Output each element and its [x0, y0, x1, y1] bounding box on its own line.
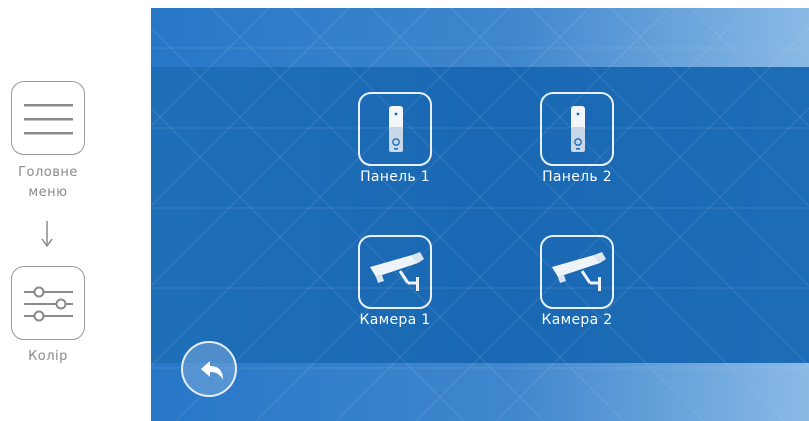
door-panel-icon	[358, 92, 432, 166]
tile-label: Панель 2	[542, 169, 612, 185]
main-menu-label-line1: Головне	[18, 165, 78, 180]
arrow-down-icon	[41, 221, 53, 248]
tile-camera-2[interactable]: Камера 2	[503, 235, 633, 355]
device-screen: Панель 1 Панель 2 Камера 1 Камера 2	[151, 8, 809, 421]
back-button[interactable]	[181, 341, 237, 397]
instruction-panel: Головне меню Колір	[0, 0, 150, 421]
sliders-icon	[11, 266, 85, 340]
main-menu-label-line2: меню	[28, 185, 68, 200]
tile-panel-2[interactable]: Панель 2	[503, 92, 633, 212]
tile-camera-1[interactable]: Камера 1	[321, 235, 451, 355]
background-pattern	[151, 8, 809, 421]
back-arrow-icon	[201, 361, 223, 380]
tile-panel-1[interactable]: Панель 1	[321, 92, 451, 212]
hamburger-menu-icon	[11, 81, 85, 155]
tile-label: Камера 2	[541, 312, 613, 328]
door-panel-icon	[540, 92, 614, 166]
tile-label: Панель 1	[360, 169, 430, 185]
color-label: Колір	[28, 349, 68, 364]
tile-label: Камера 1	[359, 312, 431, 328]
cctv-camera-icon	[358, 235, 432, 309]
cctv-camera-icon	[540, 235, 614, 309]
